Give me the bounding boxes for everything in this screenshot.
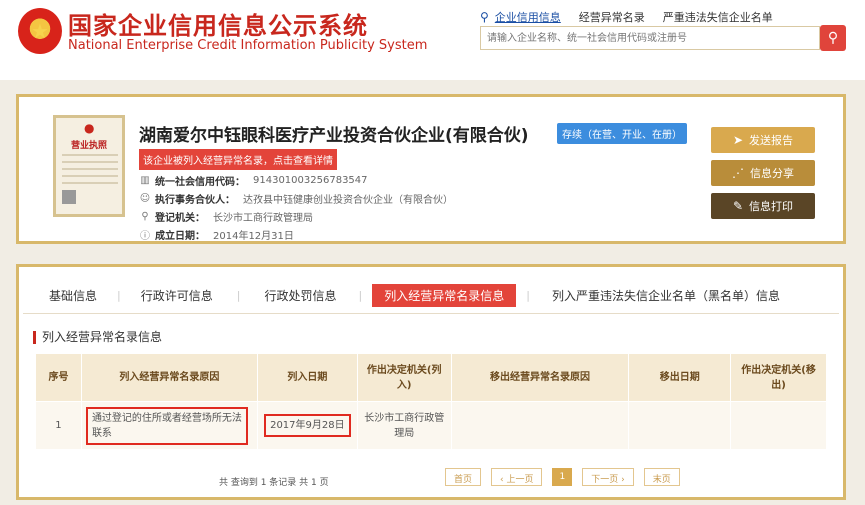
top-nav: ⚲ 企业信用信息 经营异常名录 严重违法失信企业名单 [480, 9, 791, 25]
send-report-button[interactable]: ➤ 发送报告 [711, 127, 815, 153]
location-pin-icon: ⚲ [141, 211, 149, 222]
search-input[interactable] [480, 26, 820, 50]
next-page-button[interactable]: 下一页 › [582, 468, 634, 486]
registration-authority-row: ⚲ 登记机关： 长沙市工商行政管理局 [139, 209, 313, 224]
search-icon: ⚲ [827, 30, 839, 46]
national-emblem-icon: ★ [18, 8, 62, 54]
row-index: 1 [35, 401, 82, 450]
status-badge: 存续（在营、开业、在册） [557, 123, 687, 144]
tab-abnormal-list[interactable]: 列入经营异常名录信息 [372, 283, 517, 307]
table-header-row: 序号 列入经营异常名录原因 列入日期 作出决定机关(列入) 移出经营异常名录原因… [35, 353, 827, 402]
print-info-button[interactable]: ✎ 信息打印 [711, 193, 815, 219]
first-page-button[interactable]: 首页 [445, 468, 482, 486]
license-label: 营业执照 [70, 141, 107, 151]
company-card: ● 营业执照 湖南爱尔中钰眼科医疗产业投资合伙企业(有限合伙) 存续（在营、开业… [16, 94, 846, 244]
company-name: 湖南爱尔中钰眼科医疗产业投资合伙企业(有限合伙) [139, 126, 529, 146]
tab-blacklist[interactable]: 列入严重违法失信企业名单（黑名单）信息 [540, 284, 792, 307]
share-icon: ⋰ [732, 166, 744, 180]
person-icon: ☺ [139, 193, 151, 204]
site-title: 国家企业信用信息公示系统 [68, 12, 368, 40]
column-header: 移出经营异常名录原因 [450, 353, 630, 402]
column-header: 作出决定机关(列入) [356, 353, 452, 402]
credit-code-row: ▥ 统一社会信用代码： 914301003256783547 [139, 173, 368, 188]
field-label: 统一社会信用代码： [155, 177, 245, 188]
field-label: 成立日期： [155, 231, 205, 242]
search-button[interactable]: ⚲ [820, 25, 846, 51]
nav-link-blacklist[interactable]: 严重违法失信企业名单 [663, 9, 773, 25]
tab-admin-license[interactable]: 行政许可信息 [129, 284, 225, 307]
column-header: 列入经营异常名录原因 [80, 353, 258, 402]
field-value: 达孜县中钰健康创业投资合伙企业（有限合伙） [243, 195, 453, 206]
field-label: 执行事务合伙人： [155, 195, 235, 206]
paper-plane-icon: ➤ [732, 133, 744, 147]
emblem-icon: ● [84, 121, 95, 135]
barcode-icon: ▥ [140, 175, 150, 186]
info-icon: ⓘ [140, 231, 150, 242]
field-value: 长沙市工商行政管理局 [213, 213, 313, 224]
column-header: 列入日期 [256, 353, 358, 402]
pencil-icon: ✎ [732, 199, 744, 213]
business-license-image[interactable]: ● 营业执照 [53, 115, 125, 217]
listing-authority: 长沙市工商行政管理局 [356, 401, 452, 450]
field-value: 914301003256783547 [253, 175, 368, 186]
pager-summary: 共 查询到 1 条记录 共 1 页 [219, 478, 329, 488]
pagination: 首页 ‹ 上一页 1 下一页 › 末页 [445, 468, 690, 486]
section-title: 列入经营异常名录信息 [33, 331, 162, 344]
removal-date [628, 401, 732, 450]
removal-authority [730, 401, 827, 450]
table-row: 1 通过登记的住所或者经营场所无法联系 2017年9月28日 长沙市工商行政管理… [35, 401, 827, 450]
nav-link-enterprise-credit[interactable]: 企业信用信息 [495, 9, 561, 25]
listing-reason: 通过登记的住所或者经营场所无法联系 [85, 406, 248, 445]
listing-date: 2017年9月28日 [264, 414, 351, 437]
qr-code-icon [62, 190, 76, 204]
tab-bar: 基础信息 | 行政许可信息 | 行政处罚信息 | 列入经营异常名录信息 | 列入… [19, 281, 843, 309]
prev-page-button[interactable]: ‹ 上一页 [491, 468, 543, 486]
tab-admin-penalty[interactable]: 行政处罚信息 [252, 284, 348, 307]
abnormal-notice-link[interactable]: 该企业被列入经营异常名录，点击查看详情 [139, 149, 337, 170]
field-value: 2014年12月31日 [213, 231, 294, 242]
column-header: 移出日期 [628, 353, 732, 402]
field-label: 登记机关： [155, 213, 205, 224]
search-icon: ⚲ [480, 10, 489, 24]
last-page-button[interactable]: 末页 [643, 468, 680, 486]
tab-basic-info[interactable]: 基础信息 [37, 284, 109, 307]
site-header: ★ 国家企业信用信息公示系统 National Enterprise Credi… [0, 0, 865, 80]
partner-row: ☺ 执行事务合伙人： 达孜县中钰健康创业投资合伙企业（有限合伙） [139, 191, 453, 206]
site-subtitle: National Enterprise Credit Information P… [68, 38, 428, 53]
removal-reason [450, 401, 630, 450]
established-date-row: ⓘ 成立日期： 2014年12月31日 [139, 227, 294, 242]
current-page-button[interactable]: 1 [552, 468, 573, 486]
detail-panel: 基础信息 | 行政许可信息 | 行政处罚信息 | 列入经营异常名录信息 | 列入… [16, 264, 846, 500]
column-header: 序号 [35, 353, 82, 402]
nav-link-abnormal-list[interactable]: 经营异常名录 [579, 9, 645, 25]
abnormal-list-table: 序号 列入经营异常名录原因 列入日期 作出决定机关(列入) 移出经营异常名录原因… [35, 353, 827, 450]
column-header: 作出决定机关(移出) [730, 353, 827, 402]
share-info-button[interactable]: ⋰ 信息分享 [711, 160, 815, 186]
